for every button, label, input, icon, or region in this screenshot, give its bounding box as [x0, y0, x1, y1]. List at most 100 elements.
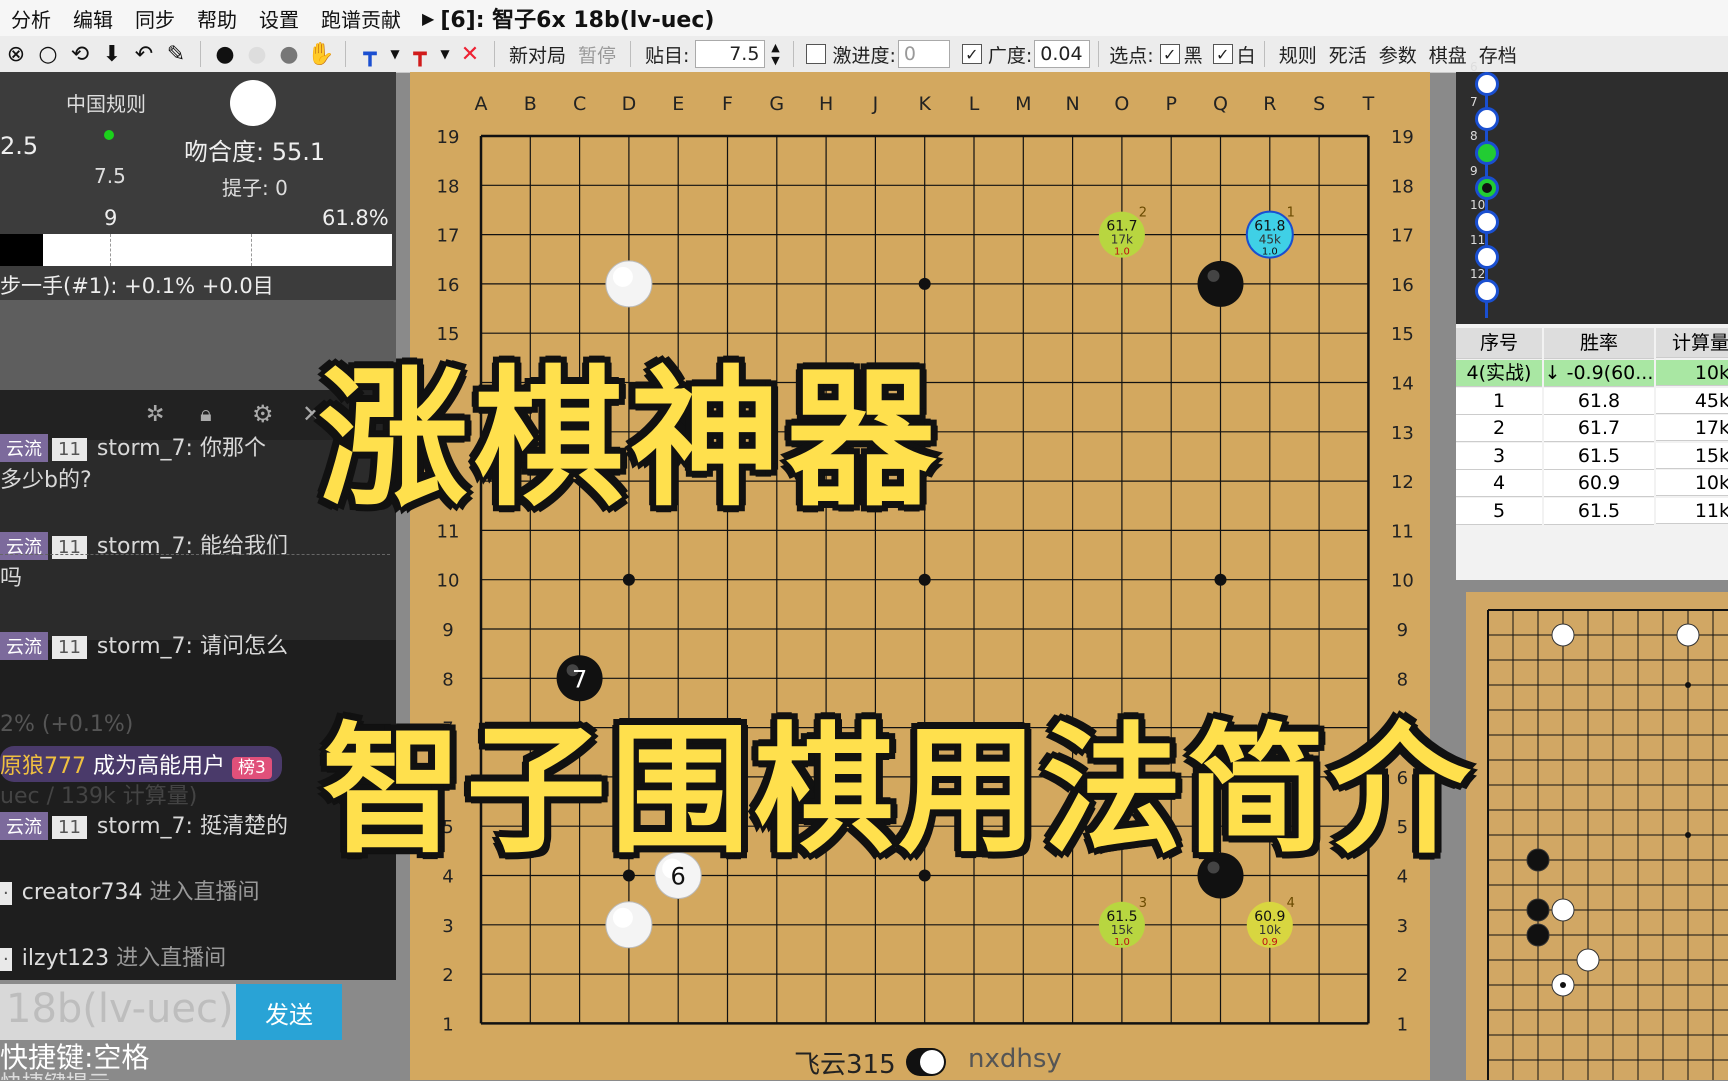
table-header[interactable]: 计算量 — [1656, 328, 1728, 358]
blue-marker-icon[interactable]: ┳ — [356, 40, 384, 68]
column-label: G — [769, 93, 784, 115]
turn-toggle-icon[interactable] — [906, 1048, 946, 1076]
candidate-rank: 2 — [1139, 206, 1147, 221]
play-icon[interactable]: ▶ — [422, 9, 434, 28]
arrow-down-icon[interactable]: ⬇ — [98, 40, 126, 68]
table-cell[interactable]: 5 — [1456, 497, 1542, 525]
join-notice: · ilzyt123 进入直播间 — [0, 940, 226, 972]
score-left: 2.5 — [0, 132, 39, 160]
pencil-icon[interactable]: ✎ — [162, 40, 190, 68]
tree-node[interactable] — [1475, 106, 1499, 131]
menu-item-contribute[interactable]: 跑谱贡献 — [310, 4, 412, 33]
new-game-button[interactable]: 新对局 — [503, 41, 572, 68]
undo-icon[interactable]: ↶ — [130, 40, 158, 68]
table-header[interactable]: 胜率 — [1544, 328, 1654, 359]
chevron-down-icon[interactable]: ▼ — [438, 40, 452, 68]
user-icon: · — [0, 882, 12, 905]
winrate-bar-mark — [251, 234, 252, 266]
spinner-icon[interactable]: ▲ ▼ — [767, 40, 783, 68]
black-stone — [1526, 923, 1550, 947]
menu-item-settings[interactable]: 设置 — [248, 4, 310, 33]
player-white: nxdhsy — [968, 1044, 1062, 1074]
circle-icon[interactable]: ○ — [34, 40, 62, 68]
winrate-bar — [0, 234, 392, 266]
column-label: F — [722, 93, 733, 115]
close-icon[interactable]: ✕ — [456, 40, 484, 68]
chat-input[interactable]: 18b(lv-uec) — [0, 984, 236, 1040]
menu-item-help[interactable]: 帮助 — [186, 4, 248, 33]
aggression-checkbox[interactable] — [806, 44, 827, 64]
chat-text: 多少b的? — [0, 468, 92, 493]
aggression-input[interactable]: 0 — [897, 40, 950, 68]
tree-node[interactable] — [1475, 175, 1499, 200]
refresh-icon[interactable]: ⟲ — [66, 40, 94, 68]
chat-user: creator734 — [21, 880, 143, 905]
breadth-checkbox[interactable]: ✓ — [961, 44, 982, 64]
tree-node[interactable] — [1475, 244, 1499, 269]
divider — [630, 41, 632, 67]
candidate-move[interactable]: 61.845k1.01 — [1245, 206, 1295, 259]
tree-node[interactable] — [1475, 72, 1499, 96]
first-move-icon[interactable]: ⊗ — [2, 40, 30, 68]
system-fragment: 2% (+0.1%) — [0, 712, 134, 737]
table-cell: 15k — [1656, 442, 1728, 469]
rules-button[interactable]: 规则 — [1273, 41, 1323, 68]
white-stone-icon[interactable]: ● — [243, 40, 271, 68]
black-stone-icon[interactable]: ● — [211, 40, 239, 68]
caption-title: 涨棋神器 — [318, 353, 943, 527]
tree-node[interactable] — [1475, 210, 1499, 234]
white-stone[interactable] — [605, 260, 653, 308]
chevron-down-icon[interactable]: ▼ — [388, 40, 402, 68]
save-button[interactable]: 存档 — [1473, 41, 1523, 68]
row-label: 14 — [1391, 374, 1414, 395]
row-label: 1 — [442, 1014, 453, 1035]
move-tree[interactable]: 6 7 8 9 10 11 12 — [1456, 60, 1728, 324]
life-death-button[interactable]: 死活 — [1323, 41, 1373, 68]
column-label: A — [475, 93, 488, 115]
table-cell[interactable]: 3 — [1456, 442, 1542, 470]
puzzle-icon[interactable]: ✲ — [146, 402, 164, 427]
star-point — [918, 277, 931, 290]
column-label: J — [872, 93, 879, 115]
table-cell[interactable]: 1 — [1456, 387, 1542, 415]
level-badge: 11 — [52, 636, 87, 659]
shortcut-hint-2: 快捷键提示 — [0, 1066, 110, 1080]
candidate-move[interactable]: 61.515k1.03 — [1098, 896, 1147, 948]
chat-user: storm_7: — [96, 534, 193, 559]
red-marker-icon[interactable]: ┳ — [406, 40, 434, 68]
table-header[interactable]: 序号 — [1456, 328, 1542, 359]
menu-item-analysis[interactable]: 分析 — [0, 4, 62, 33]
table-cell[interactable]: 4 — [1456, 470, 1542, 497]
menu-item-sync[interactable]: 同步 — [124, 4, 186, 33]
breadth-input[interactable]: 0.04 — [1034, 40, 1091, 68]
komi-input[interactable]: 7.5 — [695, 40, 766, 68]
lock-icon[interactable]: 🔒︎ — [200, 402, 212, 427]
candidate-move[interactable]: 60.910k0.94 — [1246, 896, 1295, 948]
mixed-stone-icon[interactable]: ● — [275, 40, 303, 68]
chat-user: ilzyt123 — [21, 946, 110, 971]
table-cell[interactable]: 4(实战) — [1456, 360, 1542, 387]
fan-badge: 云流 — [0, 812, 48, 840]
black-stone[interactable] — [1197, 260, 1244, 307]
pause-button[interactable]: 暂停 — [572, 41, 622, 68]
candidate-rank: 1 — [1287, 206, 1295, 221]
tree-node[interactable] — [1475, 279, 1499, 303]
go-board[interactable]: A B C D E F G H J K L M N O P Q R S T19 1918 1817 1716 1615 151… — [410, 72, 1430, 1080]
gear-icon[interactable]: ⚙ — [252, 400, 274, 428]
candidate-move[interactable]: 61.717k1.02 — [1098, 206, 1147, 258]
menu-item-edit[interactable]: 编辑 — [62, 4, 124, 33]
hand-icon[interactable]: ✋ — [307, 40, 335, 68]
table-cell: ↓ -0.9(60... — [1544, 360, 1654, 387]
star-point — [1560, 982, 1566, 988]
white-checkbox[interactable]: ✓ — [1212, 44, 1233, 64]
params-button[interactable]: 参数 — [1373, 41, 1423, 68]
row-label: 15 — [1391, 324, 1414, 345]
board-button[interactable]: 棋盘 — [1423, 41, 1473, 68]
black-checkbox[interactable]: ✓ — [1159, 44, 1180, 64]
tree-node[interactable] — [1475, 141, 1499, 165]
white-stone[interactable] — [605, 901, 653, 949]
table-cell[interactable]: 2 — [1456, 415, 1542, 442]
chat-text: 请问怎么 — [199, 634, 288, 659]
table-cell: 60.9 — [1544, 470, 1654, 497]
send-button[interactable]: 发送 — [236, 984, 342, 1040]
